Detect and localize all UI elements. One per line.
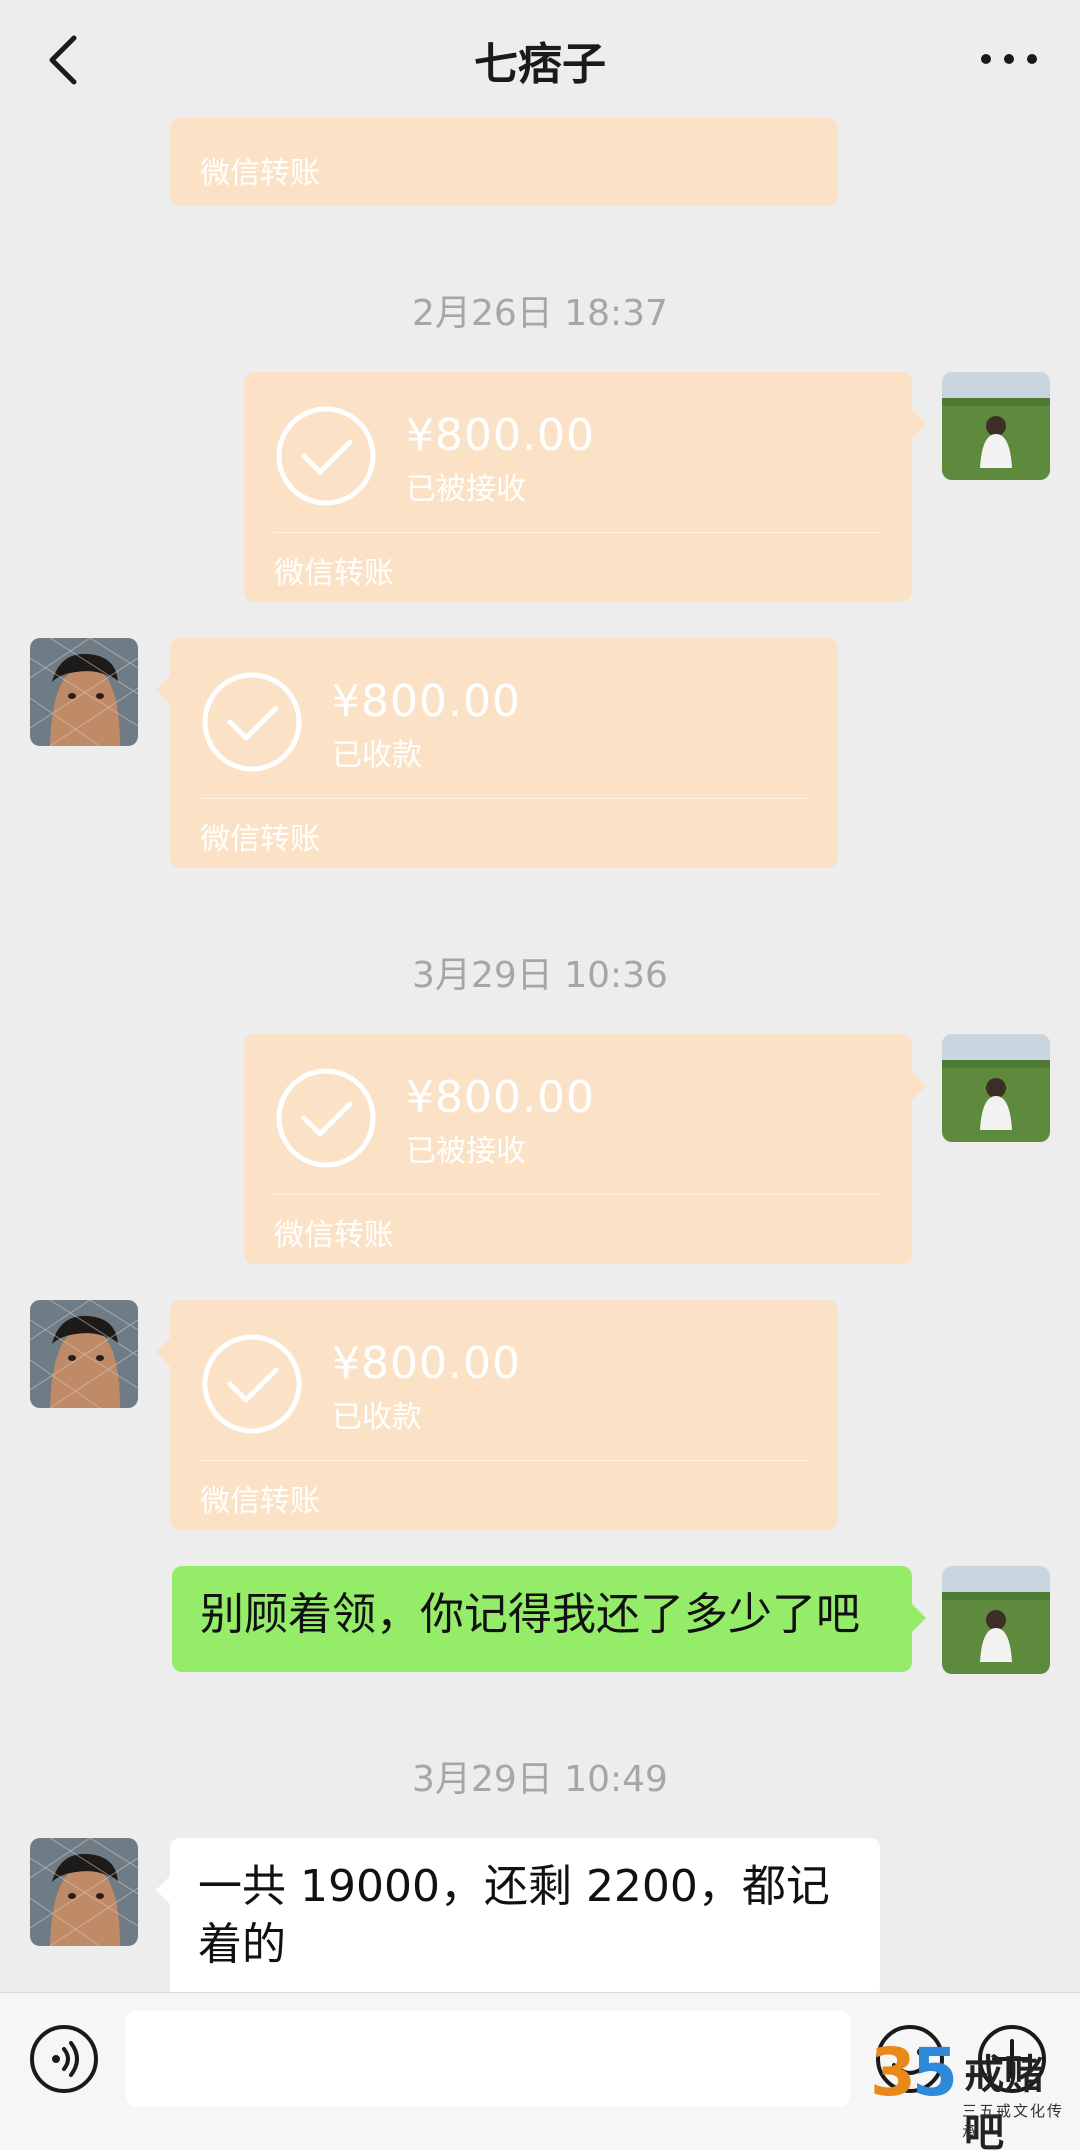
watermark-logo: 35 戒赌吧 三五戒文化传承: [870, 2034, 1076, 2150]
message-text: 一共 19000，还剩 2200，都记着的: [198, 1861, 830, 1970]
chat-header: 七痞子: [0, 0, 1080, 120]
transfer-amount: ¥800.00: [332, 1338, 521, 1389]
my-avatar[interactable]: [942, 1034, 1050, 1142]
transfer-label: 微信转账: [200, 1484, 320, 1519]
divider: [200, 798, 808, 799]
transfer-label: 微信转账: [200, 822, 320, 857]
received-message-bubble[interactable]: 一共 19000，还剩 2200，都记着的: [156, 1838, 880, 1998]
message-input[interactable]: [126, 2011, 850, 2107]
divider: [274, 1194, 882, 1195]
check-circle-icon: [202, 1334, 302, 1434]
chat-title: 七痞子: [474, 39, 606, 90]
contact-avatar[interactable]: [30, 1300, 138, 1408]
my-avatar[interactable]: [942, 372, 1050, 480]
transfer-amount: ¥800.00: [406, 410, 595, 461]
check-circle-icon: [276, 1068, 376, 1168]
timestamp: 3月29日 10:36: [412, 955, 668, 996]
contact-avatar[interactable]: [30, 638, 138, 746]
transfer-label: 微信转账: [274, 556, 394, 591]
transfer-status: 已收款: [332, 738, 422, 773]
timestamp: 2月26日 18:37: [412, 293, 668, 334]
transfer-status: 已被接收: [406, 1134, 526, 1169]
transfer-amount: ¥800.00: [332, 676, 521, 727]
transfer-status: 已收款: [332, 1400, 422, 1435]
check-circle-icon: [202, 672, 302, 772]
divider: [274, 532, 882, 533]
watermark-number: 35: [870, 2034, 958, 2111]
transfer-label: 微信转账: [274, 1218, 394, 1253]
back-arrow-icon[interactable]: [40, 30, 90, 90]
more-options-icon[interactable]: [974, 44, 1044, 74]
voice-icon[interactable]: [28, 2023, 100, 2095]
transfer-card[interactable]: ¥800.00 已被接收 微信转账: [244, 1034, 926, 1264]
transfer-card[interactable]: ¥800.00 已收款 微信转账: [156, 1300, 838, 1530]
sent-message-bubble[interactable]: 别顾着领，你记得我还了多少了吧: [172, 1566, 926, 1672]
message-text: 别顾着领，你记得我还了多少了吧: [200, 1589, 860, 1640]
transfer-card-partial[interactable]: 微信转账: [170, 118, 838, 206]
timestamp: 3月29日 10:49: [412, 1759, 668, 1800]
transfer-card[interactable]: ¥800.00 已收款 微信转账: [156, 638, 838, 868]
divider: [200, 1460, 808, 1461]
transfer-status: 已被接收: [406, 472, 526, 507]
contact-avatar[interactable]: [30, 1838, 138, 1946]
transfer-amount: ¥800.00: [406, 1072, 595, 1123]
my-avatar[interactable]: [942, 1566, 1050, 1674]
transfer-card[interactable]: ¥800.00 已被接收 微信转账: [244, 372, 926, 602]
watermark-subtitle: 三五戒文化传承: [962, 2102, 1065, 2141]
check-circle-icon: [276, 406, 376, 506]
transfer-label: 微信转账: [200, 156, 320, 191]
